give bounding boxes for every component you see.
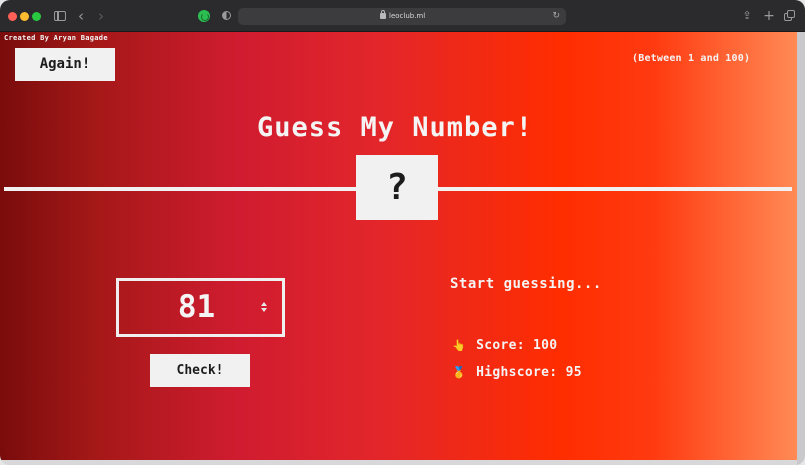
back-icon[interactable]: ‹ — [75, 8, 87, 24]
forward-icon[interactable]: › — [95, 8, 107, 24]
guess-value[interactable]: 81 — [119, 281, 274, 334]
highscore-value: 95 — [565, 365, 582, 380]
minimize-window-button[interactable] — [20, 12, 29, 21]
number-spinner-icon[interactable] — [260, 302, 268, 313]
range-hint: (Between 1 and 100) — [632, 53, 751, 64]
secret-number-box: ? — [356, 155, 438, 220]
extension-icon[interactable] — [198, 10, 210, 22]
zoom-window-button[interactable] — [32, 12, 41, 21]
pointing-finger-icon: 👆 — [452, 339, 466, 352]
highscore-label: Highscore: — [476, 365, 558, 380]
score-line: 👆 Score: 100 — [452, 338, 557, 353]
guess-input[interactable]: 81 — [116, 278, 285, 337]
share-icon[interactable]: ⇪ — [741, 8, 753, 24]
address-bar[interactable]: leoclub.ml ↻ — [238, 8, 566, 25]
window-edge — [797, 32, 805, 465]
page-title: Guess My Number! — [256, 112, 534, 143]
status-message: Start guessing... — [450, 276, 602, 292]
score-label: Score: — [476, 338, 525, 353]
tab-overview-icon[interactable] — [782, 8, 796, 24]
close-window-button[interactable] — [8, 12, 17, 21]
new-tab-icon[interactable]: + — [763, 8, 775, 24]
reload-icon[interactable]: ↻ — [552, 10, 560, 23]
privacy-shield-icon[interactable] — [220, 8, 232, 24]
check-button[interactable]: Check! — [150, 354, 250, 387]
again-button[interactable]: Again! — [15, 48, 115, 81]
url-text: leoclub.ml — [389, 12, 426, 20]
author-credit: Created By Aryan Bagade — [4, 34, 108, 42]
score-value: 100 — [533, 338, 558, 353]
lock-icon — [380, 10, 386, 19]
window-bottom-edge — [0, 460, 797, 465]
game-page: Created By Aryan Bagade Again! (Between … — [0, 32, 797, 460]
highscore-line: 🥇 Highscore: 95 — [452, 365, 582, 380]
medal-icon: 🥇 — [452, 366, 466, 379]
browser-toolbar: ‹ › leoclub.ml ↻ ⇪ + — [0, 0, 805, 32]
browser-window: ‹ › leoclub.ml ↻ ⇪ + Created By Aryan Ba… — [0, 0, 805, 465]
sidebar-toggle-icon[interactable] — [53, 8, 67, 24]
